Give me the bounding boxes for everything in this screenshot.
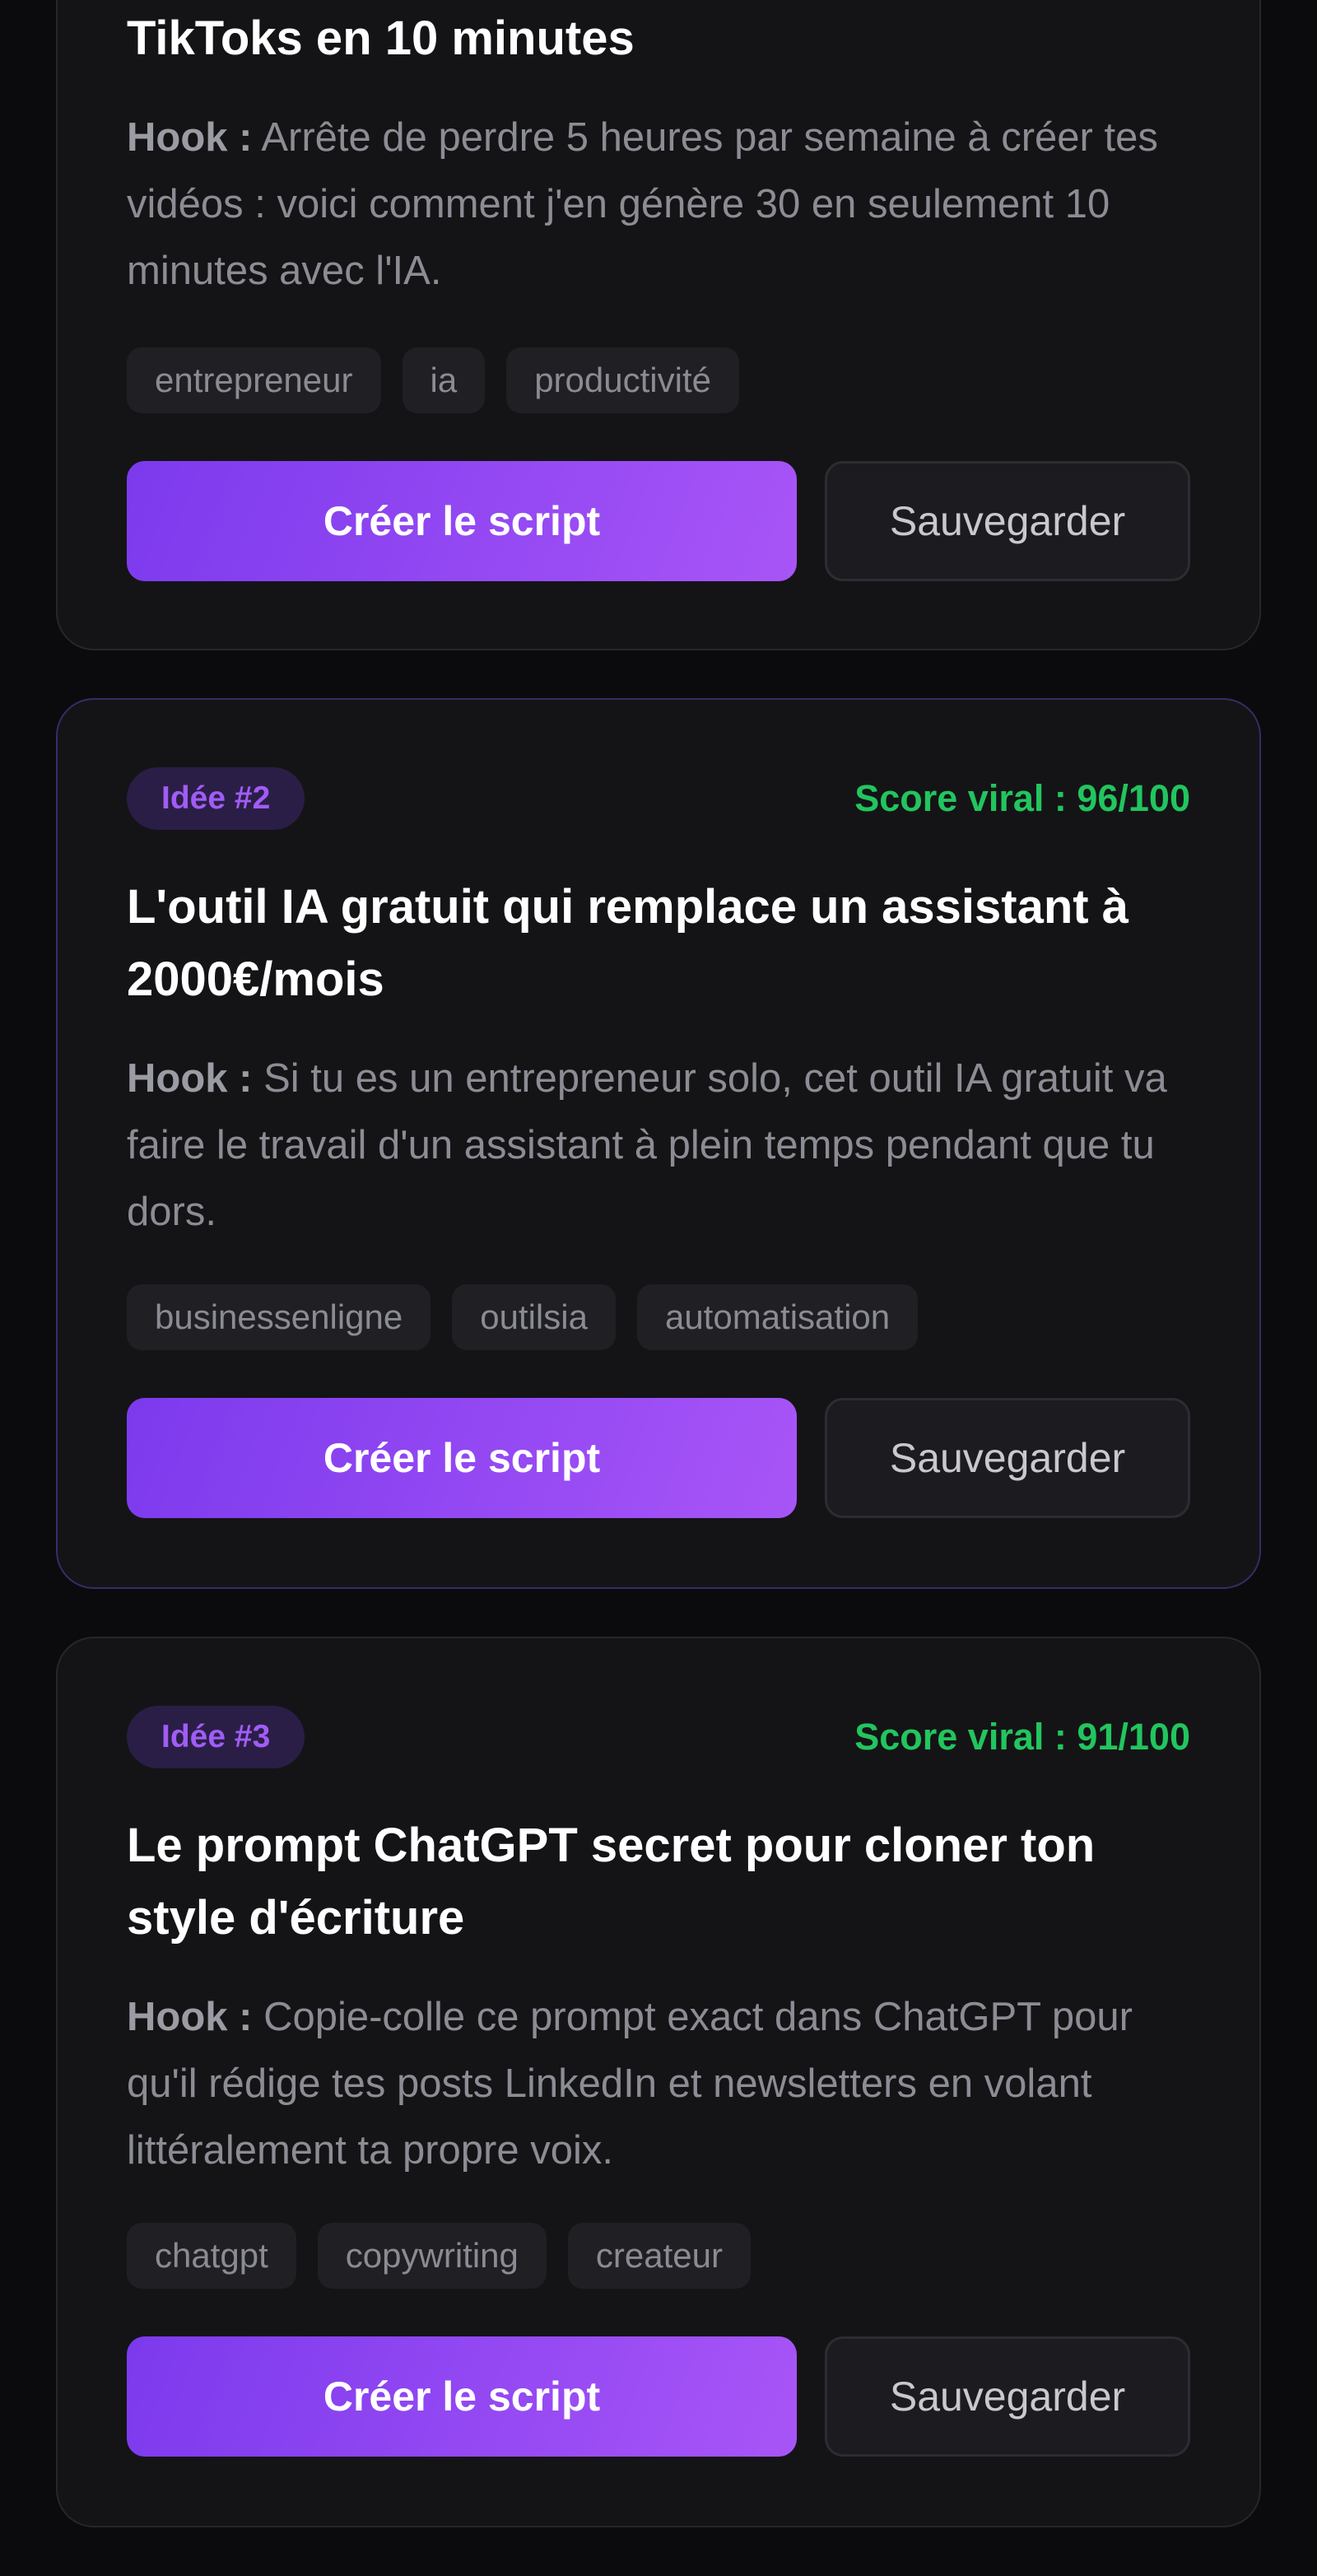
idea-hook: Hook : Arrête de perdre 5 heures par sem… (127, 105, 1190, 305)
hook-label: Hook : (127, 1056, 253, 1101)
card-actions: Créer le script Sauvegarder (127, 461, 1190, 581)
tag[interactable]: ia (402, 347, 486, 413)
tag-list: entrepreneur ia productivité (127, 347, 1190, 413)
idea-title: L'outil IA gratuit qui remplace un assis… (127, 880, 1129, 1006)
tag[interactable]: chatgpt (127, 2223, 296, 2289)
hook-text: Arrête de perdre 5 heures par semaine à … (127, 115, 1158, 293)
tag[interactable]: businessenligne (127, 1284, 431, 1350)
idea-card-1: TikToks en 10 minutes Hook : Arrête de p… (56, 0, 1261, 650)
save-button[interactable]: Sauvegarder (825, 1398, 1190, 1518)
idea-title: TikToks en 10 minutes (127, 12, 635, 65)
create-script-button[interactable]: Créer le script (127, 1398, 797, 1518)
tag[interactable]: outilsia (452, 1284, 616, 1350)
hook-label: Hook : (127, 1995, 253, 2039)
idea-title: Le prompt ChatGPT secret pour cloner ton… (127, 1819, 1096, 1945)
idea-card-2: Idée #2 Score viral : 96/100 L'outil IA … (56, 698, 1261, 1589)
tag[interactable]: productivité (506, 347, 739, 413)
save-button[interactable]: Sauvegarder (825, 461, 1190, 581)
idea-number-badge: Idée #3 (127, 1706, 305, 1768)
tag-list: businessenligne outilsia automatisation (127, 1284, 1190, 1350)
card-actions: Créer le script Sauvegarder (127, 2336, 1190, 2457)
idea-card-3: Idée #3 Score viral : 91/100 Le prompt C… (56, 1637, 1261, 2527)
viral-score: Score viral : 96/100 (854, 777, 1190, 819)
hook-text: Copie-colle ce prompt exact dans ChatGPT… (127, 1995, 1133, 2173)
hook-text: Si tu es un entrepreneur solo, cet outil… (127, 1056, 1167, 1234)
tag[interactable]: automatisation (636, 1284, 919, 1350)
create-script-button[interactable]: Créer le script (127, 461, 797, 581)
idea-hook: Hook : Si tu es un entrepreneur solo, ce… (127, 1046, 1190, 1246)
tag[interactable]: createur (567, 2223, 751, 2289)
tag[interactable]: copywriting (317, 2223, 547, 2289)
viral-score: Score viral : 91/100 (854, 1716, 1190, 1758)
idea-number-badge: Idée #2 (127, 767, 305, 830)
card-actions: Créer le script Sauvegarder (127, 1398, 1190, 1518)
idea-hook: Hook : Copie-colle ce prompt exact dans … (127, 1984, 1190, 2184)
tag[interactable]: entrepreneur (127, 347, 381, 413)
tag-list: chatgpt copywriting createur (127, 2223, 1190, 2289)
create-script-button[interactable]: Créer le script (127, 2336, 797, 2457)
save-button[interactable]: Sauvegarder (825, 2336, 1190, 2457)
hook-label: Hook : (127, 115, 253, 160)
